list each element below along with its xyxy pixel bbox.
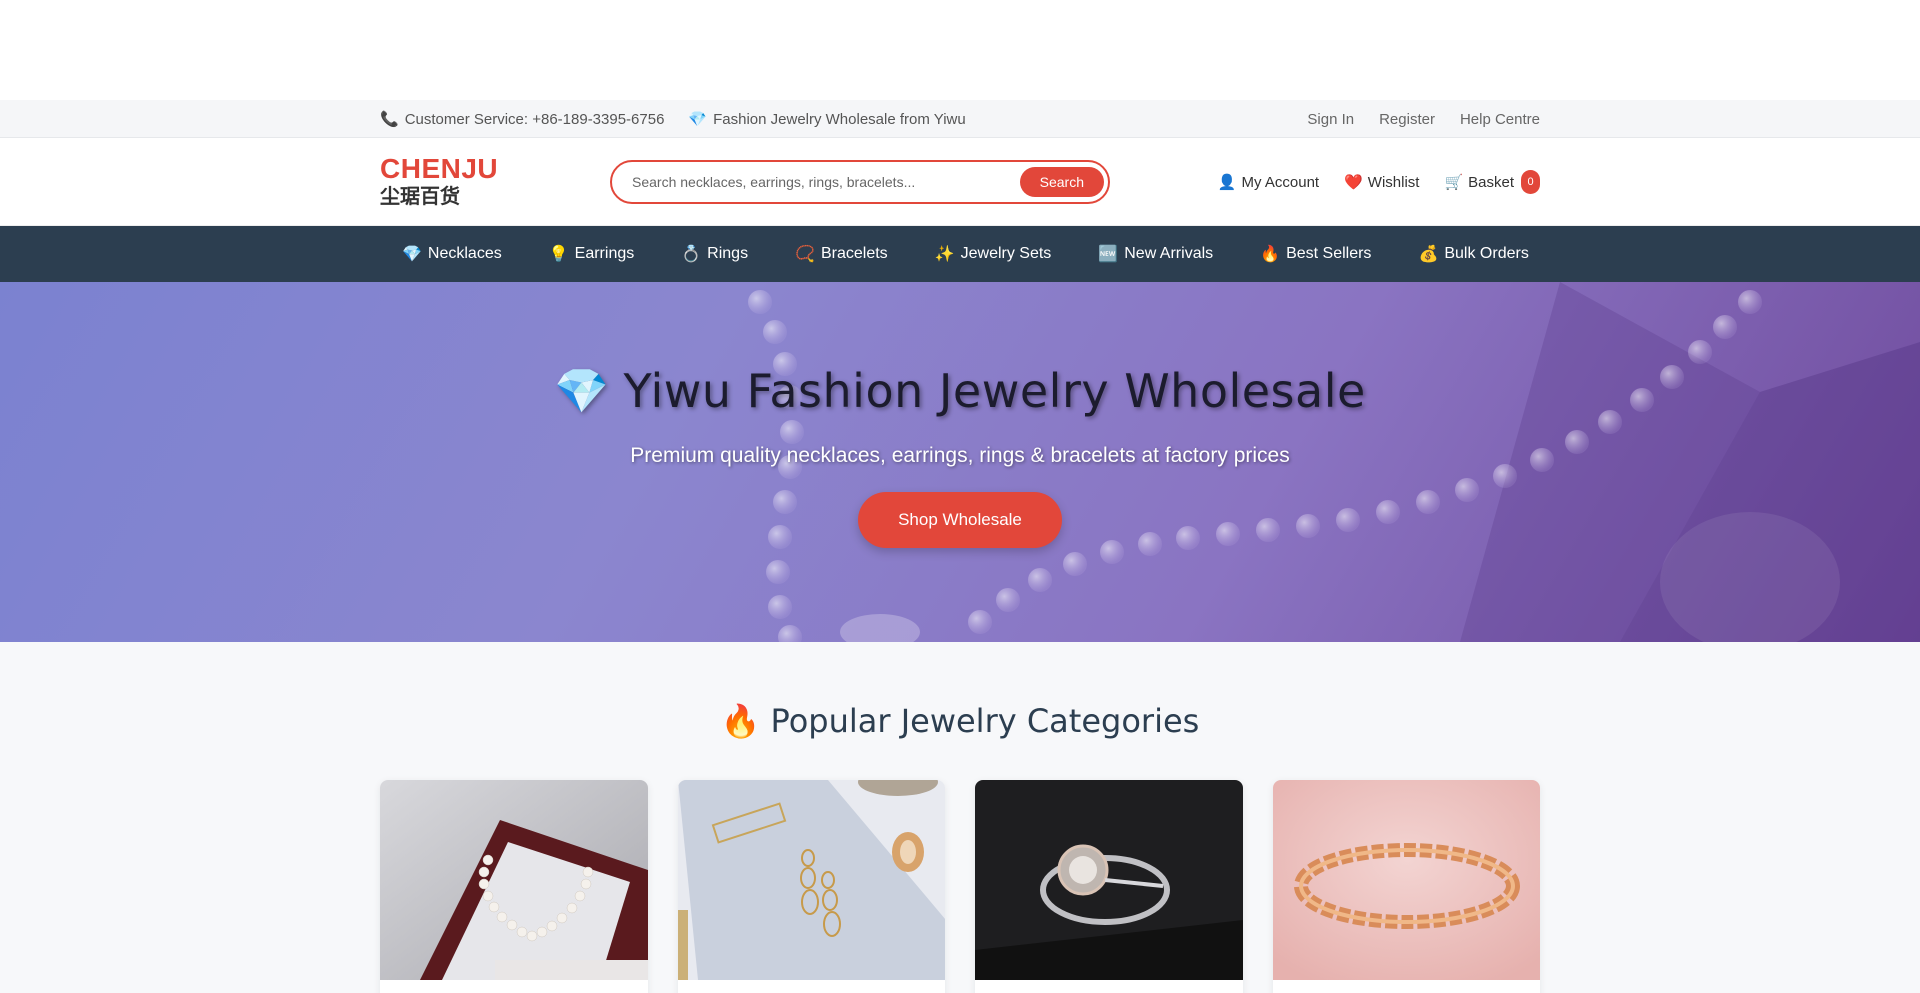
- main-nav: 💎 Necklaces 💡 Earrings 💍 Rings 📿 Bracele…: [0, 226, 1920, 282]
- hero-subtitle: Premium quality necklaces, earrings, rin…: [630, 444, 1290, 467]
- nav-item-label: Necklaces: [427, 245, 502, 262]
- new-icon: 🆕: [1098, 246, 1119, 263]
- hero-title: 💎 Yiwu Fashion Jewelry Wholesale: [554, 364, 1366, 418]
- nav-item-label: Jewelry Sets: [960, 245, 1052, 262]
- beads-icon: 📿: [795, 246, 815, 263]
- brand-name: CHENJU: [380, 153, 499, 184]
- wishlist-label: Wishlist: [1367, 173, 1420, 191]
- gem-icon: 💎: [402, 246, 422, 263]
- basket-count-badge: 0: [1521, 170, 1540, 194]
- hero-title-text: Yiwu Fashion Jewelry Wholesale: [623, 364, 1366, 418]
- customer-service-text: Customer Service: +86-189-3395-6756: [404, 110, 665, 128]
- money-bag-icon: 💰: [1418, 246, 1439, 263]
- nav-item-jewelry-sets[interactable]: ✨ Jewelry Sets: [935, 244, 1052, 264]
- nav-item-necklaces[interactable]: 💎 Necklaces: [402, 244, 502, 264]
- gem-icon: 💎: [554, 366, 610, 417]
- tagline: 💎 Fashion Jewelry Wholesale from Yiwu: [688, 110, 966, 129]
- my-account-label: My Account: [1241, 173, 1320, 191]
- shop-wholesale-button[interactable]: Shop Wholesale: [858, 492, 1062, 548]
- logo[interactable]: CHENJU 尘琚百货: [380, 155, 610, 209]
- help-centre-link[interactable]: Help Centre: [1460, 111, 1540, 128]
- top-info-bar: 📞 Customer Service: +86-189-3395-6756 💎 …: [0, 100, 1920, 138]
- diamond-ring-image: [975, 780, 1243, 980]
- fire-icon: 🔥: [1260, 246, 1281, 263]
- search-input[interactable]: [632, 174, 1020, 190]
- nav-item-new-arrivals[interactable]: 🆕 New Arrivals: [1098, 244, 1213, 264]
- nav-item-label: Best Sellers: [1286, 245, 1372, 262]
- site-header: CHENJU 尘琚百货 Search 👤 My Account ❤️ Wishl…: [0, 138, 1920, 226]
- category-card[interactable]: [975, 780, 1243, 993]
- nav-item-label: New Arrivals: [1124, 245, 1214, 262]
- user-icon: 👤: [1217, 174, 1237, 191]
- cart-icon: 🛒: [1444, 174, 1464, 191]
- gold-earrings-image: [677, 780, 945, 980]
- customer-service: 📞 Customer Service: +86-189-3395-6756: [380, 110, 665, 129]
- top-blank-area: [0, 0, 1920, 100]
- gem-icon: 💎: [688, 111, 708, 128]
- category-card[interactable]: [1272, 780, 1540, 993]
- category-card[interactable]: [677, 780, 945, 993]
- nav-item-bracelets[interactable]: 📿 Bracelets: [795, 244, 888, 264]
- pearl-necklace-image: [380, 780, 648, 980]
- sign-in-link[interactable]: Sign In: [1307, 111, 1354, 128]
- my-account-link[interactable]: 👤 My Account: [1217, 173, 1320, 192]
- section-title-text: Popular Jewelry Categories: [770, 702, 1200, 740]
- basket-label: Basket: [1468, 173, 1514, 191]
- search-bar: Search: [610, 160, 1110, 204]
- nav-item-rings[interactable]: 💍 Rings: [681, 244, 748, 264]
- nav-item-label: Rings: [707, 245, 749, 262]
- category-card[interactable]: [380, 780, 648, 993]
- categories-section: 🔥 Popular Jewelry Categories: [0, 642, 1920, 993]
- register-link[interactable]: Register: [1379, 111, 1435, 128]
- nav-item-best-sellers[interactable]: 🔥 Best Sellers: [1260, 244, 1371, 264]
- basket-link[interactable]: 🛒 Basket 0: [1444, 170, 1540, 194]
- nav-item-earrings[interactable]: 💡 Earrings: [549, 244, 635, 264]
- rose-gold-bracelet-image: [1272, 780, 1540, 980]
- nav-item-bulk-orders[interactable]: 💰 Bulk Orders: [1418, 244, 1528, 264]
- phone-icon: 📞: [380, 111, 399, 128]
- sparkles-icon: ✨: [934, 246, 955, 263]
- hero-banner: 💎 Yiwu Fashion Jewelry Wholesale Premium…: [0, 282, 1920, 642]
- brand-name-cn: 尘琚百货: [380, 184, 460, 208]
- wishlist-link[interactable]: ❤️ Wishlist: [1344, 173, 1420, 192]
- heart-icon: ❤️: [1344, 174, 1363, 191]
- nav-item-label: Earrings: [574, 245, 635, 262]
- section-title: 🔥 Popular Jewelry Categories: [0, 642, 1920, 740]
- fire-icon: 🔥: [720, 702, 761, 740]
- ring-icon: 💍: [681, 246, 702, 263]
- nav-item-label: Bracelets: [820, 245, 888, 262]
- search-button[interactable]: Search: [1019, 167, 1104, 197]
- tagline-text: Fashion Jewelry Wholesale from Yiwu: [713, 110, 966, 128]
- bulb-icon: 💡: [548, 246, 569, 263]
- nav-item-label: Bulk Orders: [1444, 245, 1529, 262]
